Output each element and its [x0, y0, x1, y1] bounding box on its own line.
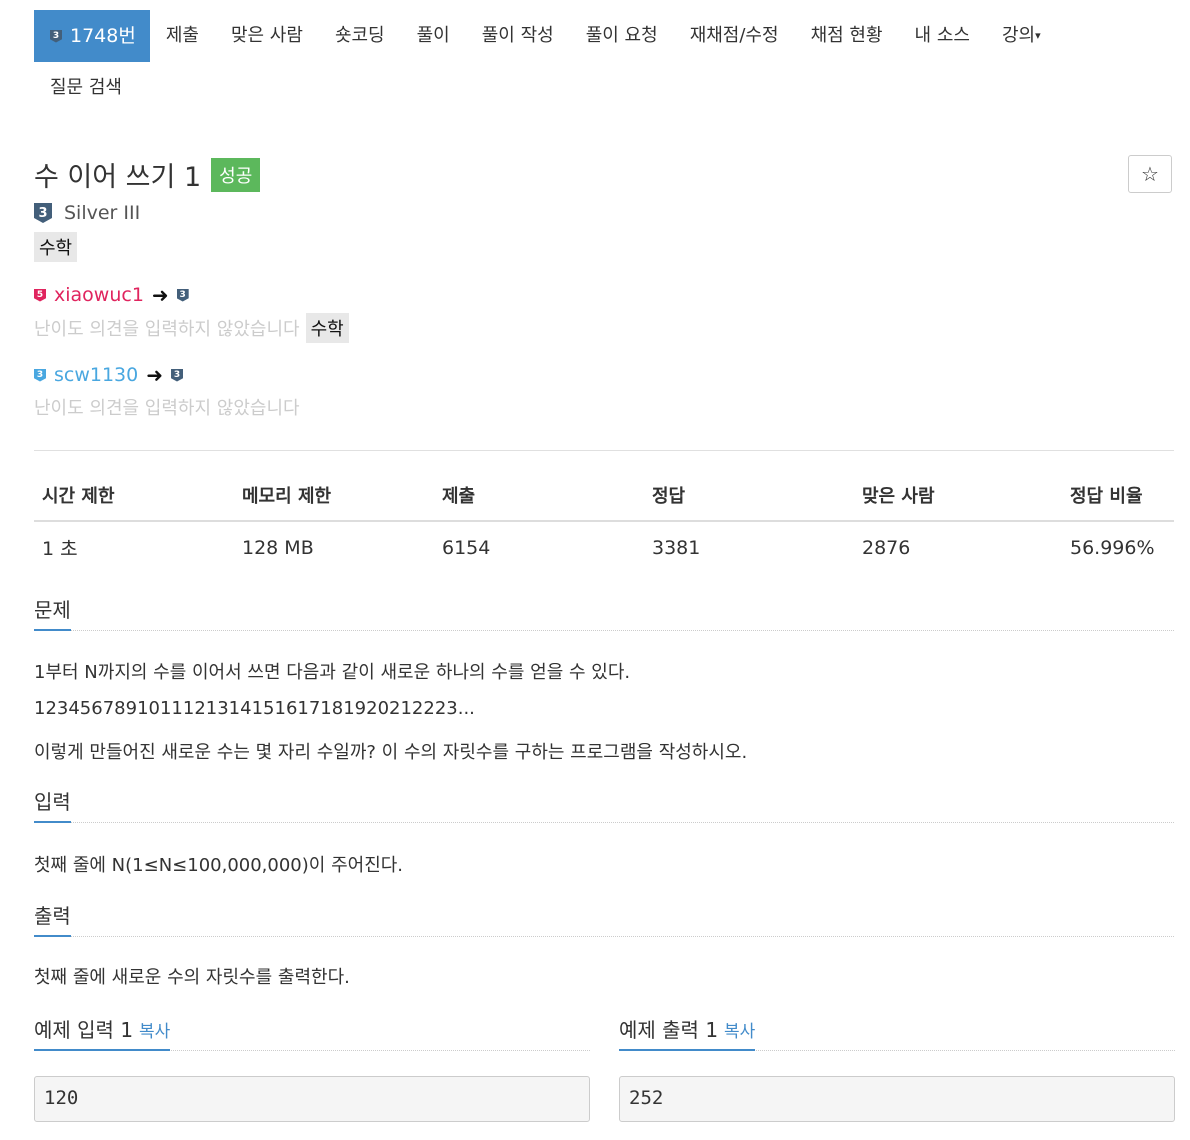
difficulty-opinion: 3 scw1130 ➜ 3	[34, 363, 184, 387]
nav-write-solution[interactable]: 풀이 작성	[466, 10, 570, 62]
header-memory-limit: 메모리 제한	[234, 472, 434, 522]
nav-rejudge[interactable]: 재채점/수정	[674, 10, 795, 62]
accept-ratio-value: 56.996%	[1070, 536, 1155, 559]
header-accepted-users: 맞은 사람	[854, 472, 1062, 522]
nav-problem-number-label: 1748번	[70, 25, 136, 47]
sample-output-title-wrap: 예제 출력 1 복사	[619, 1014, 756, 1051]
nav-short-coding[interactable]: 숏코딩	[319, 10, 401, 62]
table-row: 1 초 128 MB 6154 3381 2876 56.996%	[34, 521, 1174, 573]
sample-output-box[interactable]: 252	[619, 1076, 1175, 1122]
difficulty-opinion: 5 xiaowuc1 ➜ 3	[34, 283, 189, 307]
sample-input-title: 예제 입력 1	[34, 1018, 134, 1042]
output-section-title: 출력	[34, 900, 71, 937]
output-description: 첫째 줄에 새로운 수의 자릿수를 출력한다.	[34, 967, 350, 988]
problem-tier: 3 Silver III	[34, 202, 140, 224]
opinion-note-row: 난이도 의견을 입력하지 않았습니다 수학	[34, 313, 349, 343]
problem-title-row: 수 이어 쓰기 1 성공	[34, 155, 261, 194]
problem-description-line: 1234567891011121314151617181920212223...	[34, 698, 475, 719]
tier-name: Silver III	[64, 202, 141, 224]
caret-down-icon: ▾	[1035, 29, 1041, 42]
problem-section-title: 문제	[34, 594, 71, 631]
input-section-title: 입력	[34, 786, 71, 823]
nav-submit[interactable]: 제출	[150, 10, 215, 62]
arrow-right-icon: ➜	[151, 283, 169, 307]
nav-question-search[interactable]: 질문 검색	[34, 62, 138, 114]
algorithm-tag[interactable]: 수학	[305, 313, 349, 343]
problem-menu-row-2: 질문 검색	[34, 62, 1174, 114]
header-time-limit: 시간 제한	[34, 472, 234, 522]
ruby-tier-icon: 5	[34, 288, 46, 302]
sample-output-title: 예제 출력 1	[619, 1018, 719, 1042]
nav-solutions[interactable]: 풀이	[401, 10, 466, 62]
time-limit-value: 1 초	[42, 538, 78, 560]
status-badge: 성공	[211, 157, 261, 192]
submissions-value: 6154	[442, 536, 491, 559]
sample-output-header: 예제 출력 1 복사	[619, 1014, 1175, 1051]
nav-accepted-users[interactable]: 맞은 사람	[215, 10, 319, 62]
copy-input-button[interactable]: 복사	[139, 1022, 170, 1042]
nav-my-source[interactable]: 내 소스	[899, 10, 986, 62]
opinion-user-link[interactable]: scw1130	[54, 364, 138, 386]
memory-limit-value: 128 MB	[242, 536, 314, 559]
problem-menu-row-1: 3 1748번 제출 맞은 사람 숏코딩 풀이 풀이 작성 풀이 요청 재채점/…	[34, 10, 1174, 62]
problem-info-table: 시간 제한 메모리 제한 제출 정답 맞은 사람 정답 비율 1 초 128 M…	[34, 472, 1174, 573]
nav-lectures-label: 강의	[1001, 25, 1036, 46]
star-icon: ☆	[1141, 162, 1159, 186]
sample-input-title-wrap: 예제 입력 1 복사	[34, 1014, 171, 1051]
problem-description-line: 이렇게 만들어진 새로운 수는 몇 자리 수일까? 이 수의 자릿수를 구하는 …	[34, 742, 748, 763]
silver-tier-icon: 3	[34, 368, 46, 382]
opinion-note: 난이도 의견을 입력하지 않았습니다	[34, 319, 300, 340]
header-accept-ratio: 정답 비율	[1062, 472, 1174, 522]
input-description: 첫째 줄에 N(1≤N≤100,000,000)이 주어진다.	[34, 855, 404, 876]
nav-request-solution[interactable]: 풀이 요청	[570, 10, 674, 62]
silver-tier-icon: 3	[176, 288, 189, 302]
sample-input-box[interactable]: 120	[34, 1076, 590, 1122]
silver-tier-icon: 3	[34, 203, 52, 223]
favorite-star-button[interactable]: ☆	[1128, 155, 1172, 193]
input-section-header: 입력	[34, 786, 1174, 823]
nav-problem-number[interactable]: 3 1748번	[34, 10, 150, 62]
silver-tier-icon: 3	[50, 29, 62, 43]
problem-menu: 3 1748번 제출 맞은 사람 숏코딩 풀이 풀이 작성 풀이 요청 재채점/…	[34, 10, 1174, 114]
opinion-user-link[interactable]: xiaowuc1	[54, 284, 144, 306]
opinion-note-row: 난이도 의견을 입력하지 않았습니다	[34, 394, 300, 420]
accepted-users-value: 2876	[862, 536, 911, 559]
nav-status[interactable]: 채점 현황	[795, 10, 899, 62]
opinion-note: 난이도 의견을 입력하지 않았습니다	[34, 398, 300, 419]
output-section-header: 출력	[34, 900, 1174, 937]
arrow-right-icon: ➜	[146, 363, 164, 387]
divider	[34, 450, 1174, 451]
silver-tier-icon: 3	[171, 368, 184, 382]
header-submissions: 제출	[434, 472, 644, 522]
header-accepted: 정답	[644, 472, 854, 522]
table-header-row: 시간 제한 메모리 제한 제출 정답 맞은 사람 정답 비율	[34, 472, 1174, 522]
algorithm-tag[interactable]: 수학	[34, 232, 78, 262]
sample-input-header: 예제 입력 1 복사	[34, 1014, 590, 1051]
problem-section-header: 문제	[34, 594, 1174, 631]
accepted-value: 3381	[652, 536, 701, 559]
nav-lectures-dropdown[interactable]: 강의▾	[986, 10, 1057, 62]
problem-description-line: 1부터 N까지의 수를 이어서 쓰면 다음과 같이 새로운 하나의 수를 얻을 …	[34, 662, 631, 683]
problem-title: 수 이어 쓰기 1	[34, 162, 202, 193]
copy-output-button[interactable]: 복사	[724, 1022, 755, 1042]
